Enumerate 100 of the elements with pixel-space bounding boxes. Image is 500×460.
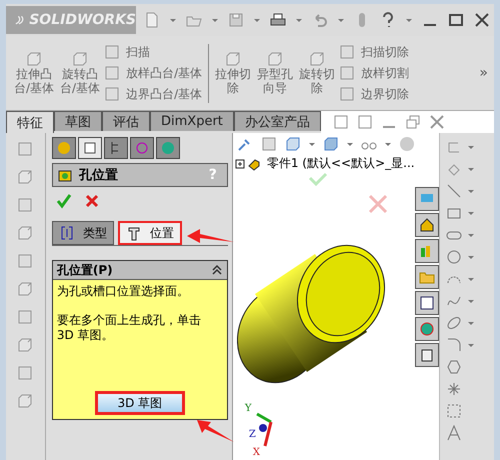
restore-icon[interactable] [404,114,421,130]
solidworks-logo: SOLIDWORKS [6,6,136,34]
more-tools-button[interactable]: » [479,65,488,81]
instruction-text: 要在多个面上生成孔，单击 3D 草图。 [56,313,202,343]
command-tab[interactable]: 办公室产品 [234,111,321,131]
feature-icon [17,393,34,409]
manager-tab[interactable] [52,137,76,159]
manager-tab[interactable] [156,137,180,159]
task-pane-button[interactable] [414,317,439,341]
caret-icon [468,188,474,194]
manager-tab[interactable] [130,137,154,159]
manager-tab[interactable] [104,137,128,159]
task-pane-button[interactable] [414,265,439,289]
close-icon[interactable] [474,12,490,28]
ribbon-button[interactable]: 边界切除 [339,86,410,102]
tab-icon [82,140,98,156]
3d-sketch-button[interactable]: 3D 草图 [94,391,185,415]
ribbon-button[interactable]: 放样切割 [339,64,410,82]
save-icon[interactable] [228,12,244,28]
feature-icon [17,197,34,213]
tree-item[interactable]: 零件1 (默认<<默认>_显... [266,155,415,172]
bracket-icon [58,225,75,241]
ribbon-button[interactable]: 扫描切除 [339,44,410,60]
checkmark-icon[interactable] [56,193,72,209]
maximize-icon[interactable] [448,12,464,28]
color-ball-icon [418,321,435,337]
task-pane-button[interactable] [414,291,439,315]
caret-icon [468,276,474,282]
ghost-cross-icon [368,194,388,214]
help-icon[interactable] [380,12,396,28]
ribbon-button[interactable]: 边界凸台/基体 [104,86,202,102]
feature-icon [17,169,34,185]
expand-icon[interactable] [234,158,245,168]
caret-icon [468,298,474,304]
printer-icon[interactable] [270,12,286,28]
sketch-tool-button[interactable] [446,423,462,443]
point-icon [446,381,462,397]
tab-icon [56,140,72,156]
feature-icon [267,51,284,67]
task-pane-button[interactable] [414,343,439,367]
ribbon-button[interactable]: 拉伸凸 台/基体 [12,51,56,95]
feature-icon [17,225,34,241]
axis-label: Z [248,429,256,440]
ribbon-button[interactable]: 旋转凸 台/基体 [58,51,102,95]
caret-icon [170,18,176,22]
feature-icon [26,51,42,67]
task-pane-button[interactable] [414,187,439,211]
circle-icon [446,249,462,265]
ribbon-button[interactable]: 扫描 [104,44,202,60]
collapse-icon[interactable] [210,264,223,276]
task-pane-button[interactable] [414,239,439,263]
ghost-checkmark-icon [308,172,328,186]
command-tab[interactable]: 评估 [102,111,150,131]
view-cube-icon[interactable] [284,136,301,152]
command-tab[interactable]: DimXpert [150,111,234,131]
caret-icon [406,18,412,22]
axis-label: Y [244,403,252,414]
feature-icon [104,44,120,60]
instruction-text: 为孔或槽口位置选择面。 [56,284,190,299]
ribbon-button[interactable]: 异型孔 向导 [255,51,296,95]
caret-icon [296,18,302,22]
line-icon [446,183,462,199]
feature-icon [72,51,88,67]
panel-tab[interactable]: 类型 [52,221,114,245]
feature-icon [17,141,34,157]
feature-icon [309,51,326,67]
caret-icon [338,18,344,22]
feature-icon [17,365,34,381]
task-pane-button[interactable] [414,213,439,237]
feature-icon [17,337,34,353]
command-tab[interactable]: 草图 [54,111,102,131]
ribbon-button[interactable]: 旋转切 除 [297,51,338,95]
caret-icon [384,142,391,146]
panel-tab[interactable]: 位置 [118,221,182,245]
new-document-icon[interactable] [144,12,160,28]
feature-icon [339,44,356,60]
caret-icon [468,320,474,326]
letter-a-icon [446,425,462,441]
pointer-arrow [196,418,236,444]
display-cube-icon[interactable] [322,136,339,152]
home-icon [418,217,435,233]
feature-icon [17,253,34,269]
fillet-icon [446,337,462,353]
panel-title: 孔位置 [78,167,119,184]
ribbon-button[interactable]: 拉伸切 除 [213,51,254,95]
feature-icon [104,86,120,102]
ribbon-button[interactable]: 放样凸台/基体 [104,64,202,82]
feature-icon [104,65,120,81]
polygon-icon [446,359,462,375]
close-icon[interactable] [84,193,100,209]
pointer-arrow [186,228,236,246]
caret-icon [468,342,474,348]
feature-icon [339,65,356,81]
manager-tab[interactable] [78,137,102,159]
tab-icon [134,140,150,156]
caret-icon [468,166,474,172]
ellipse-icon [446,315,462,331]
caret-icon [346,142,353,146]
command-tab[interactable]: 特征 [6,111,54,133]
hole-icon [126,225,142,241]
